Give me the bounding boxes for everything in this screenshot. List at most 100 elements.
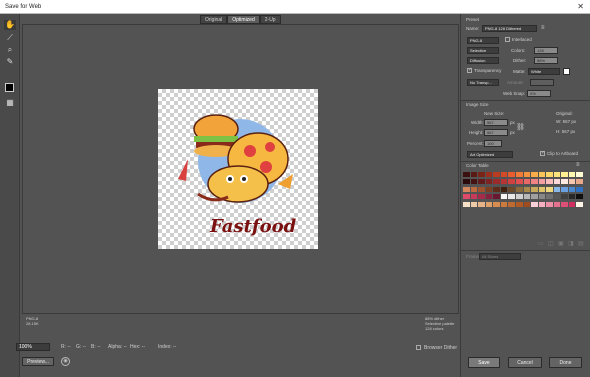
lock-color-icon[interactable]: ▣ xyxy=(558,240,564,247)
percent-input[interactable]: 100 xyxy=(484,140,502,147)
preset-menu-icon[interactable]: ≡ xyxy=(541,25,545,31)
color-swatch[interactable] xyxy=(500,179,508,185)
color-swatch[interactable] xyxy=(568,201,576,207)
color-swatch[interactable] xyxy=(508,179,515,185)
eyedropper-color-swatch[interactable] xyxy=(5,83,14,92)
color-swatch[interactable] xyxy=(463,201,470,207)
color-swatch[interactable] xyxy=(500,186,508,192)
color-swatch[interactable] xyxy=(478,179,485,185)
slice-select-icon[interactable]: ⟋ xyxy=(4,33,16,43)
color-swatch[interactable] xyxy=(576,186,583,192)
color-table-menu-icon[interactable]: ≡ xyxy=(576,162,580,168)
constrain-link-icon[interactable]: ⛓ xyxy=(516,123,525,131)
color-swatch[interactable] xyxy=(553,179,561,185)
color-swatch[interactable] xyxy=(463,186,470,192)
color-swatch[interactable] xyxy=(561,172,568,177)
tab-optimized[interactable]: Optimized xyxy=(227,15,260,24)
reduction-select[interactable]: Selective xyxy=(467,47,499,54)
color-swatch[interactable] xyxy=(561,201,568,207)
checkbox-box[interactable] xyxy=(505,37,510,43)
color-swatch[interactable] xyxy=(485,172,493,177)
color-swatch[interactable] xyxy=(538,194,546,200)
interlaced-checkbox[interactable]: Interlaced xyxy=(505,37,532,43)
color-swatch[interactable] xyxy=(500,201,508,207)
color-swatch[interactable] xyxy=(561,194,568,200)
color-swatch[interactable] xyxy=(493,179,500,185)
hand-icon[interactable]: ✋ xyxy=(4,20,16,30)
color-swatch[interactable] xyxy=(523,172,531,177)
color-swatch[interactable] xyxy=(470,194,478,200)
color-swatch[interactable] xyxy=(485,201,493,207)
color-swatch[interactable] xyxy=(531,194,538,200)
browser-icon[interactable]: ◉ xyxy=(61,357,70,366)
zoom-icon[interactable]: ⌕ xyxy=(4,45,16,55)
color-swatch[interactable] xyxy=(576,201,583,207)
color-swatch[interactable] xyxy=(493,186,500,192)
height-input[interactable]: 567 xyxy=(484,129,508,136)
web-shift-icon[interactable]: ◫ xyxy=(548,240,554,247)
color-swatch[interactable] xyxy=(568,179,576,185)
color-swatch[interactable] xyxy=(500,172,508,177)
color-swatch[interactable] xyxy=(546,186,553,192)
color-swatch[interactable] xyxy=(568,194,576,200)
color-swatch[interactable] xyxy=(553,172,561,177)
color-swatch[interactable] xyxy=(561,179,568,185)
color-swatch[interactable] xyxy=(546,179,553,185)
tab-original[interactable]: Original xyxy=(200,15,228,24)
color-swatch[interactable] xyxy=(485,186,493,192)
delete-color-icon[interactable]: ▤ xyxy=(578,240,584,247)
color-swatch[interactable] xyxy=(523,186,531,192)
color-swatch[interactable] xyxy=(478,194,485,200)
color-swatch[interactable] xyxy=(553,201,561,207)
tab-2-up[interactable]: 2-Up xyxy=(259,15,281,24)
color-swatch[interactable] xyxy=(568,186,576,192)
dither-algorithm-select[interactable]: Diffusion xyxy=(467,57,499,64)
color-swatch[interactable] xyxy=(508,172,515,177)
color-swatch[interactable] xyxy=(463,194,470,200)
color-swatch[interactable] xyxy=(470,201,478,207)
color-swatch[interactable] xyxy=(463,172,470,177)
color-swatch[interactable] xyxy=(523,179,531,185)
preset-select[interactable]: PNG-8 128 Dithered xyxy=(482,25,537,32)
color-swatch[interactable] xyxy=(553,194,561,200)
dither-input[interactable]: 88% xyxy=(534,57,558,64)
color-swatch[interactable] xyxy=(546,172,553,177)
slice-toggle-icon[interactable]: ▦ xyxy=(4,98,16,108)
width-input[interactable]: 567 xyxy=(484,119,508,126)
eyedropper-icon[interactable]: ✎ xyxy=(4,57,16,67)
color-swatch[interactable] xyxy=(523,201,531,207)
color-swatch[interactable] xyxy=(515,194,523,200)
color-swatch[interactable] xyxy=(538,201,546,207)
color-swatch[interactable] xyxy=(508,201,515,207)
websnap-input[interactable]: 0% xyxy=(527,90,551,97)
cancel-button[interactable]: Cancel xyxy=(508,357,542,368)
color-swatch[interactable] xyxy=(515,201,523,207)
color-swatch[interactable] xyxy=(538,186,546,192)
color-swatch[interactable] xyxy=(493,172,500,177)
matte-select[interactable]: White xyxy=(528,68,560,75)
browser-dither-checkbox[interactable]: Browser Dither xyxy=(416,345,457,351)
color-swatch[interactable] xyxy=(576,172,583,177)
transparency-dither-select[interactable]: No Transp... xyxy=(467,79,499,86)
color-swatch[interactable] xyxy=(515,186,523,192)
color-swatch[interactable] xyxy=(576,179,583,185)
color-swatch[interactable] xyxy=(546,201,553,207)
color-swatch[interactable] xyxy=(523,194,531,200)
transparency-checkbox[interactable]: ✓ Transparency xyxy=(467,68,501,74)
new-color-icon[interactable]: ◨ xyxy=(568,240,574,247)
color-swatch[interactable] xyxy=(478,172,485,177)
color-swatch[interactable] xyxy=(568,172,576,177)
zoom-select[interactable]: 100% xyxy=(16,343,50,351)
color-swatch[interactable] xyxy=(478,186,485,192)
color-swatch[interactable] xyxy=(538,179,546,185)
color-swatch[interactable] xyxy=(515,179,523,185)
color-swatch[interactable] xyxy=(500,194,508,200)
color-swatch[interactable] xyxy=(546,194,553,200)
map-color-icon[interactable]: ▭ xyxy=(538,240,544,247)
color-swatch[interactable] xyxy=(485,179,493,185)
format-select[interactable]: PNG-8 xyxy=(467,37,499,44)
preview-button[interactable]: Preview... xyxy=(22,357,54,366)
color-swatch[interactable] xyxy=(493,194,500,200)
color-swatch[interactable] xyxy=(493,201,500,207)
close-icon[interactable]: ✕ xyxy=(577,0,584,14)
